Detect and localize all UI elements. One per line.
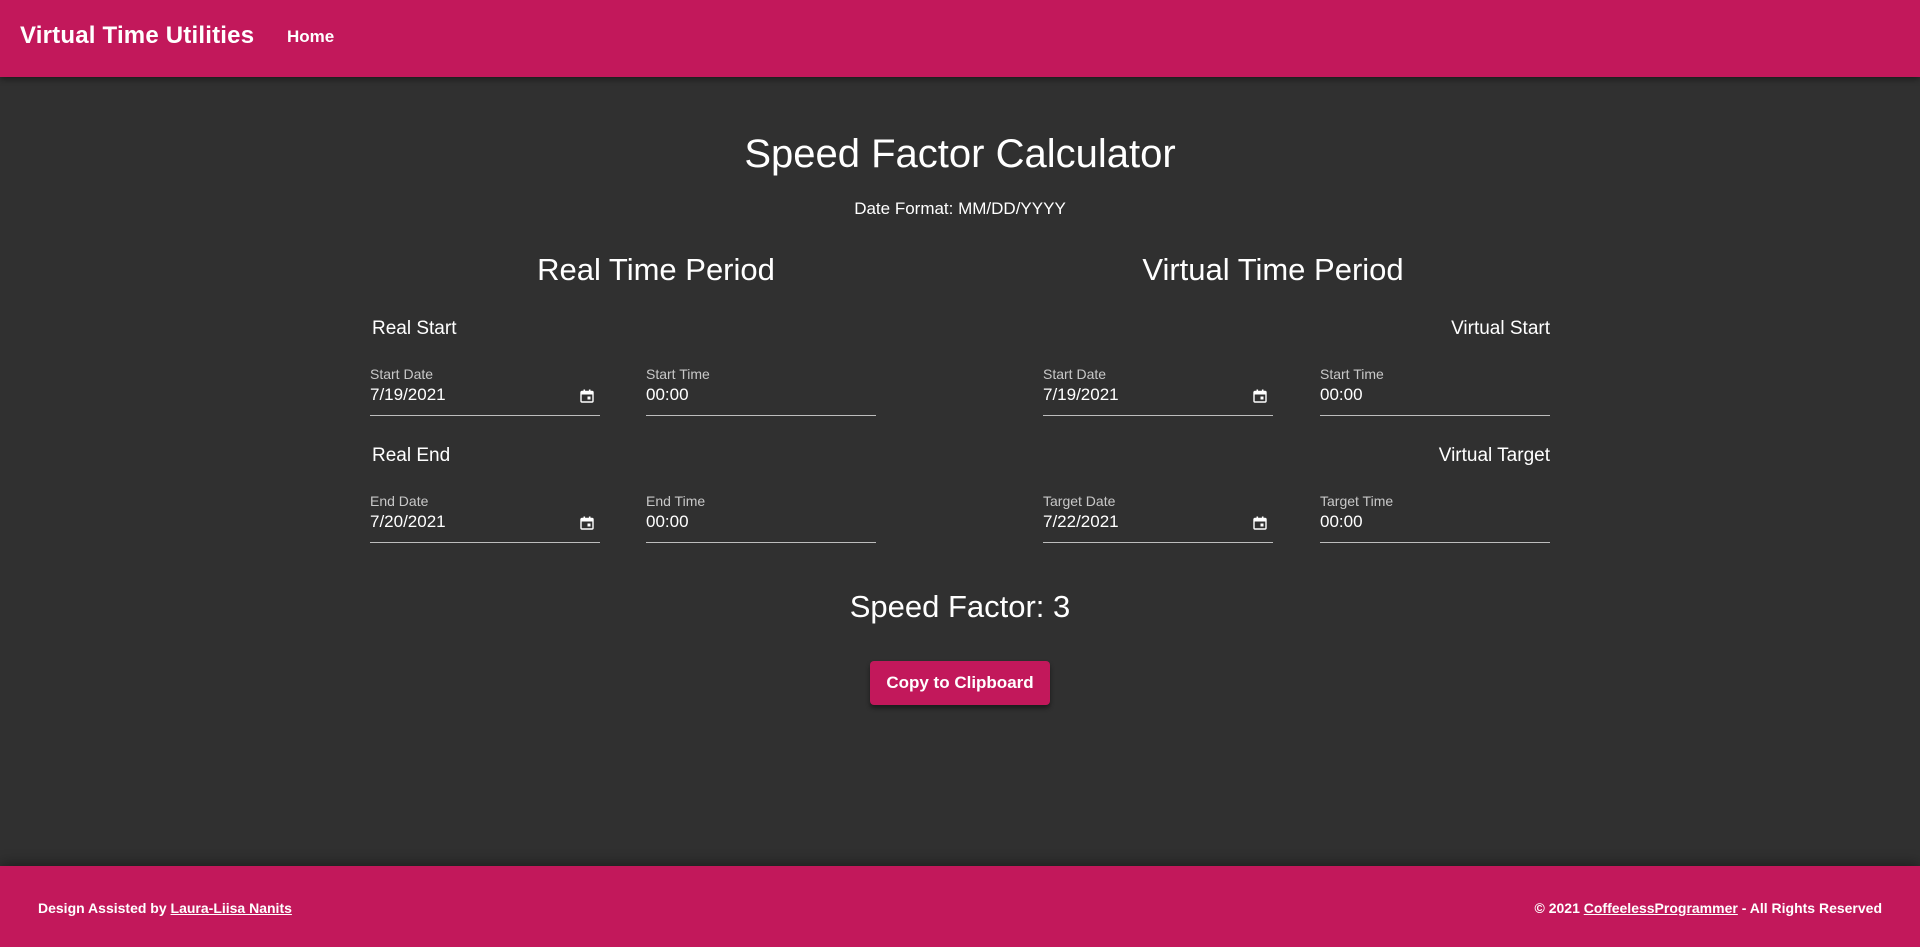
virtual-target-title: Virtual Target (1438, 445, 1550, 466)
real-end-time-field[interactable]: End Time 00:00 (646, 493, 876, 543)
virtual-start-date-label: Start Date (1043, 366, 1107, 382)
real-start-time-label: Start Time (646, 366, 710, 382)
real-start-time-field[interactable]: Start Time 00:00 (646, 366, 876, 416)
real-end-date-value[interactable]: 7/20/2021 (370, 512, 446, 532)
page-title: Speed Factor Calculator (744, 132, 1176, 176)
virtual-target-time-value[interactable]: 00:00 (1320, 512, 1363, 532)
real-end-time-value[interactable]: 00:00 (646, 512, 689, 532)
designer-link[interactable]: Laura-Liisa Nanits (171, 900, 292, 916)
real-end-time-label: End Time (646, 493, 706, 509)
copy-to-clipboard-button[interactable]: Copy to Clipboard (870, 661, 1050, 705)
copyright-prefix: © 2021 (1534, 900, 1584, 916)
virtual-target-date-value[interactable]: 7/22/2021 (1043, 512, 1119, 532)
virtual-start-date-value[interactable]: 7/19/2021 (1043, 385, 1119, 405)
real-start-date-value[interactable]: 7/19/2021 (370, 385, 446, 405)
real-start-date-label: Start Date (370, 366, 434, 382)
virtual-start-time-field[interactable]: Start Time 00:00 (1320, 366, 1550, 416)
real-start-title: Real Start (372, 318, 457, 339)
calendar-icon[interactable] (580, 389, 594, 403)
real-end-date-label: End Date (370, 493, 429, 509)
virtual-target-date-field[interactable]: Target Date 7/22/2021 (1043, 493, 1273, 543)
speed-factor-result: Speed Factor: 3 (849, 589, 1071, 624)
real-end-date-field[interactable]: End Date 7/20/2021 (370, 493, 600, 543)
virtual-target-date-label: Target Date (1043, 493, 1116, 509)
virtual-time-period-heading: Virtual Time Period (1142, 252, 1404, 287)
calendar-icon[interactable] (1253, 389, 1267, 403)
calendar-icon[interactable] (1253, 516, 1267, 530)
real-end-title: Real End (372, 445, 451, 466)
real-start-time-value[interactable]: 00:00 (646, 385, 689, 405)
footer-credit: Design Assisted by Laura-Liisa Nanits (38, 900, 292, 916)
virtual-start-time-label: Start Time (1320, 366, 1384, 382)
footer-copyright: © 2021 CoffeelessProgrammer - All Rights… (1535, 900, 1883, 916)
date-format-hint: Date Format: MM/DD/YYYY (854, 199, 1066, 218)
app-title[interactable]: Virtual Time Utilities (20, 22, 254, 50)
virtual-target-time-field[interactable]: Target Time 00:00 (1320, 493, 1550, 543)
footer-credit-prefix: Design Assisted by (38, 900, 171, 916)
calendar-icon[interactable] (580, 516, 594, 530)
footer: Design Assisted by Laura-Liisa Nanits © … (0, 866, 1920, 947)
top-app-bar: Virtual Time Utilities Home (0, 0, 1920, 77)
virtual-start-title: Virtual Start (1451, 318, 1550, 339)
real-start-date-field[interactable]: Start Date 7/19/2021 (370, 366, 600, 416)
virtual-start-time-value[interactable]: 00:00 (1320, 385, 1363, 405)
virtual-start-date-field[interactable]: Start Date 7/19/2021 (1043, 366, 1273, 416)
real-time-period-heading: Real Time Period (537, 252, 775, 287)
copyright-suffix: - All Rights Reserved (1737, 900, 1882, 916)
nav-home-link[interactable]: Home (287, 27, 334, 47)
virtual-target-time-label: Target Time (1320, 493, 1394, 509)
author-link[interactable]: CoffeelessProgrammer (1584, 900, 1738, 916)
